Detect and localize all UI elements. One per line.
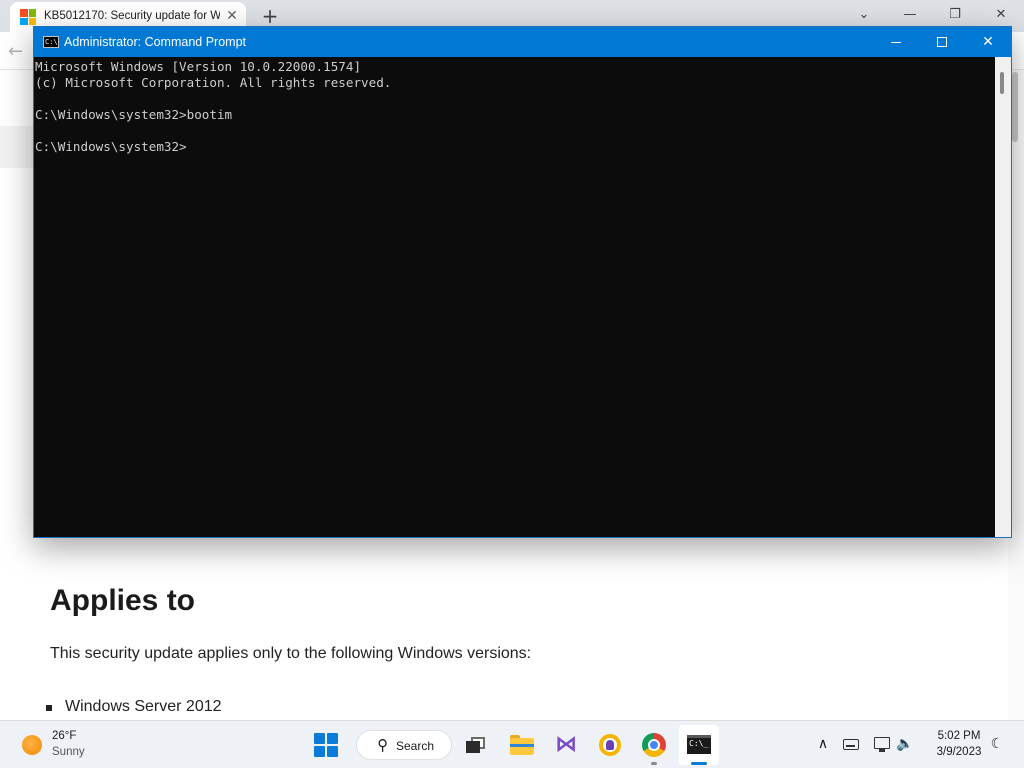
- file-explorer-icon[interactable]: [509, 732, 535, 758]
- cmd-glyph: C:\_: [689, 739, 709, 748]
- volume-icon[interactable]: 🔈: [896, 734, 914, 754]
- network-icon[interactable]: [874, 737, 890, 752]
- page-heading: Applies to: [50, 584, 196, 617]
- cmd-scrollbar[interactable]: [995, 57, 1011, 537]
- back-arrow-icon[interactable]: ←: [8, 41, 30, 63]
- search-icon: ⚲: [377, 736, 388, 754]
- browser-minimize-button[interactable]: —: [898, 4, 922, 26]
- windows-version-list: Windows Server 2012: [45, 698, 222, 716]
- search-label: Search: [396, 739, 435, 753]
- command-prompt-window[interactable]: C:\ Administrator: Command Prompt ✕ Micr…: [33, 26, 1012, 538]
- cmd-window-title: Administrator: Command Prompt: [64, 35, 247, 49]
- console-prompt-line[interactable]: C:\Windows\system32>: [35, 139, 995, 155]
- sun-icon[interactable]: [22, 735, 42, 755]
- tab-search-chevron-icon[interactable]: ⌄: [852, 4, 876, 26]
- microsoft-logo-icon: [20, 9, 36, 25]
- taskbar-search-button[interactable]: ⚲ Search: [356, 730, 452, 760]
- tab-title: KB5012170: Security update for Windows: [44, 10, 220, 22]
- notification-icon[interactable]: ☾: [988, 734, 1006, 754]
- console-line: Microsoft Windows [Version 10.0.22000.15…: [35, 59, 362, 74]
- page-paragraph: This security update applies only to the…: [50, 645, 532, 662]
- cmd-maximize-button[interactable]: [919, 27, 965, 57]
- clock-date[interactable]: 3/9/2023: [926, 746, 992, 758]
- tray-chevron-up-icon[interactable]: ∧: [814, 734, 832, 754]
- weather-temperature[interactable]: 26°F: [52, 730, 76, 742]
- console-output[interactable]: Microsoft Windows [Version 10.0.22000.15…: [34, 57, 995, 537]
- tab-close-icon[interactable]: ✕: [224, 8, 240, 24]
- taskbar: 26°F Sunny ⚲ Search ⋈ C:\_ ∧ 🔈 5:02 PM 3…: [0, 720, 1024, 768]
- list-item: Windows Server 2012: [45, 698, 222, 716]
- minimize-icon: [891, 42, 901, 43]
- cmd-icon-glyph: C:\: [45, 38, 58, 46]
- console-line: (c) Microsoft Corporation. All rights re…: [35, 75, 392, 90]
- task-view-icon[interactable]: [463, 732, 489, 758]
- clock-time[interactable]: 5:02 PM: [926, 730, 992, 742]
- cmd-titlebar[interactable]: C:\ Administrator: Command Prompt ✕: [34, 27, 1011, 57]
- app-icon[interactable]: [597, 732, 623, 758]
- chrome-icon[interactable]: [641, 732, 667, 758]
- page-scrollbar-thumb[interactable]: [1012, 72, 1018, 142]
- page-band-left: [0, 126, 34, 168]
- weather-condition[interactable]: Sunny: [52, 746, 85, 758]
- browser-close-button[interactable]: ✕: [989, 4, 1013, 26]
- command-prompt-icon: C:\: [43, 36, 59, 48]
- cmd-close-button[interactable]: ✕: [965, 27, 1011, 57]
- new-tab-button[interactable]: +: [258, 4, 282, 28]
- chrome-running-indicator: [651, 762, 657, 765]
- visual-studio-icon[interactable]: ⋈: [553, 732, 579, 758]
- browser-restore-button[interactable]: ❐: [943, 4, 967, 26]
- command-prompt-app-icon[interactable]: C:\_: [687, 735, 711, 754]
- keyboard-icon[interactable]: [843, 739, 859, 750]
- maximize-icon: [937, 37, 947, 47]
- cmd-minimize-button[interactable]: [873, 27, 919, 57]
- start-button[interactable]: [314, 733, 338, 757]
- console-line: C:\Windows\system32>bootim: [35, 107, 233, 122]
- cmd-active-indicator: [691, 762, 707, 765]
- cmd-scrollbar-thumb[interactable]: [1000, 72, 1004, 94]
